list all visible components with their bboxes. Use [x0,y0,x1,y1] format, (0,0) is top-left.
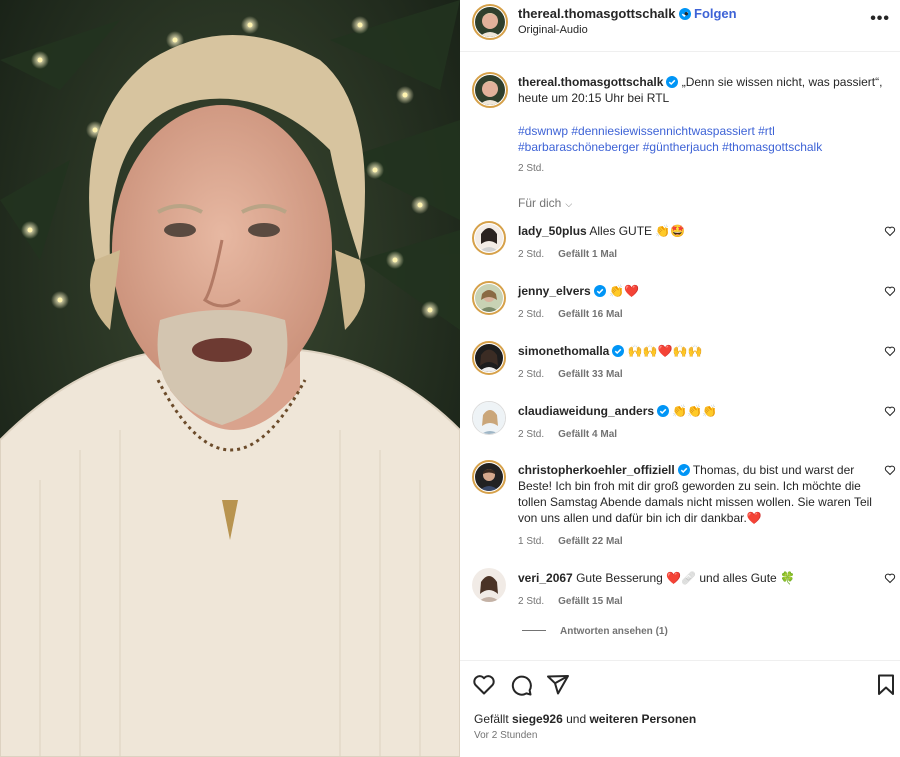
likes-prefix: Gefällt [474,712,509,726]
comment-sort-label[interactable]: Für dich [518,196,561,210]
comment-time: 2 Std. [518,369,545,380]
comment-likes[interactable]: Gefällt 22 Mal [558,536,622,547]
share-icon[interactable] [546,673,570,697]
replies-divider [522,630,546,631]
comment-icon[interactable] [509,673,533,697]
commenter-avatar[interactable] [472,460,506,494]
heart-icon[interactable] [884,464,896,476]
audio-label[interactable]: Original-Audio [518,24,588,36]
comment-time: 1 Std. [518,536,545,547]
liked-by-user[interactable]: siege926 [512,712,563,726]
bookmark-icon[interactable] [874,673,898,697]
comment-text: 🙌🙌❤️🙌🙌 [627,344,703,358]
commenter-avatar[interactable] [472,401,506,435]
follow-button[interactable]: Folgen [694,6,737,21]
comment-meta: 2 Std. Gefällt 33 Mal [518,369,623,380]
comment-text: Alles GUTE 👏🤩 [589,224,686,238]
post-video[interactable] [0,0,460,757]
hashtags-line-2[interactable]: #barbaraschöneberger #güntherjauch #thom… [518,139,890,155]
comment-username[interactable]: simonethomalla [518,344,609,358]
verified-badge-icon [666,76,679,88]
comment-likes[interactable]: Gefällt 15 Mal [558,596,622,607]
verified-badge-icon [657,405,670,417]
commenter-avatar[interactable] [472,221,506,255]
separator-dot: • [684,6,689,21]
author-username[interactable]: thereal.thomasgottschalk [518,6,691,21]
comment-likes[interactable]: Gefällt 1 Mal [558,249,617,260]
post-sidebar: thereal.thomasgottschalk • Folgen Origin… [460,0,900,757]
hashtags-line-1[interactable]: #dswnwp #denniesiewissennichtwaspassiert… [518,123,890,139]
comment-username[interactable]: lady_50plus [518,224,587,238]
comment-time: 2 Std. [518,596,545,607]
comment-meta: 2 Std. Gefällt 4 Mal [518,429,617,440]
comment-time: 2 Std. [518,429,545,440]
comment-body: lady_50plus Alles GUTE 👏🤩 [518,223,878,239]
more-options-icon[interactable]: ••• [870,10,890,28]
view-replies-button[interactable]: Antworten ansehen (1) [522,626,668,637]
comment-username[interactable]: christopherkoehler_offiziell [518,463,675,477]
comment-likes[interactable]: Gefällt 16 Mal [558,309,622,320]
comment-text: 👏❤️ [609,284,639,298]
heart-icon[interactable] [884,572,896,584]
comment-meta: 2 Std. Gefällt 16 Mal [518,309,623,320]
comment-meta: 2 Std. Gefällt 15 Mal [518,596,623,607]
commenter-avatar[interactable] [472,281,506,315]
video-frame-image [0,0,460,757]
commenter-avatar[interactable] [472,568,506,602]
caption-avatar[interactable] [472,72,508,108]
post-header: thereal.thomasgottschalk • Folgen Origin… [460,0,900,52]
heart-icon[interactable] [884,345,896,357]
heart-icon[interactable] [884,285,896,297]
post-timestamp[interactable]: Vor 2 Stunden [474,730,537,741]
verified-badge-icon [593,285,606,297]
heart-icon[interactable] [884,225,896,237]
verified-badge-icon [612,345,625,357]
comment-body: simonethomalla 🙌🙌❤️🙌🙌 [518,343,878,359]
comment-text: Gute Besserung ❤️🩹 und alles Gute 🍀 [576,571,796,585]
comment-time: 2 Std. [518,249,545,260]
verified-badge-icon [677,464,690,476]
comment-sort-dropdown[interactable]: Für dich ⌵ [518,196,572,210]
comment-body: claudiaweidung_anders 👏👏👏 [518,403,878,419]
comment-meta: 1 Std. Gefällt 22 Mal [518,536,623,547]
comment-username[interactable]: jenny_elvers [518,284,591,298]
heart-icon[interactable] [884,405,896,417]
comment-body: jenny_elvers 👏❤️ [518,283,878,299]
chevron-down-icon: ⌵ [565,199,573,209]
caption-timestamp: 2 Std. [518,163,545,174]
heart-icon[interactable] [472,673,496,697]
caption-username[interactable]: thereal.thomasgottschalk [518,75,663,89]
comment-username[interactable]: claudiaweidung_anders [518,404,654,418]
comment-meta: 2 Std. Gefällt 1 Mal [518,249,617,260]
likes-and: und [566,712,587,726]
likes-summary: Gefällt siege926 und weiteren Personen [474,712,696,726]
comment-likes[interactable]: Gefällt 4 Mal [558,429,617,440]
comment-time: 2 Std. [518,309,545,320]
author-avatar[interactable] [472,4,508,40]
caption-hashtags: #dswnwp #denniesiewissennichtwaspassiert… [518,123,890,155]
author-username-text[interactable]: thereal.thomasgottschalk [518,6,676,21]
comment-body: christopherkoehler_offiziell Thomas, du … [518,462,878,526]
comment-text: 👏👏👏 [672,404,718,418]
action-bar: Gefällt siege926 und weiteren Personen V… [460,660,900,757]
comment-body: veri_2067 Gute Besserung ❤️🩹 und alles G… [518,570,878,586]
view-replies-label[interactable]: Antworten ansehen (1) [560,626,668,637]
liked-by-others[interactable]: weiteren Personen [589,712,696,726]
caption-text: thereal.thomasgottschalk „Denn sie wisse… [518,74,890,106]
commenter-avatar[interactable] [472,341,506,375]
comment-likes[interactable]: Gefällt 33 Mal [558,369,622,380]
comment-username[interactable]: veri_2067 [518,571,573,585]
